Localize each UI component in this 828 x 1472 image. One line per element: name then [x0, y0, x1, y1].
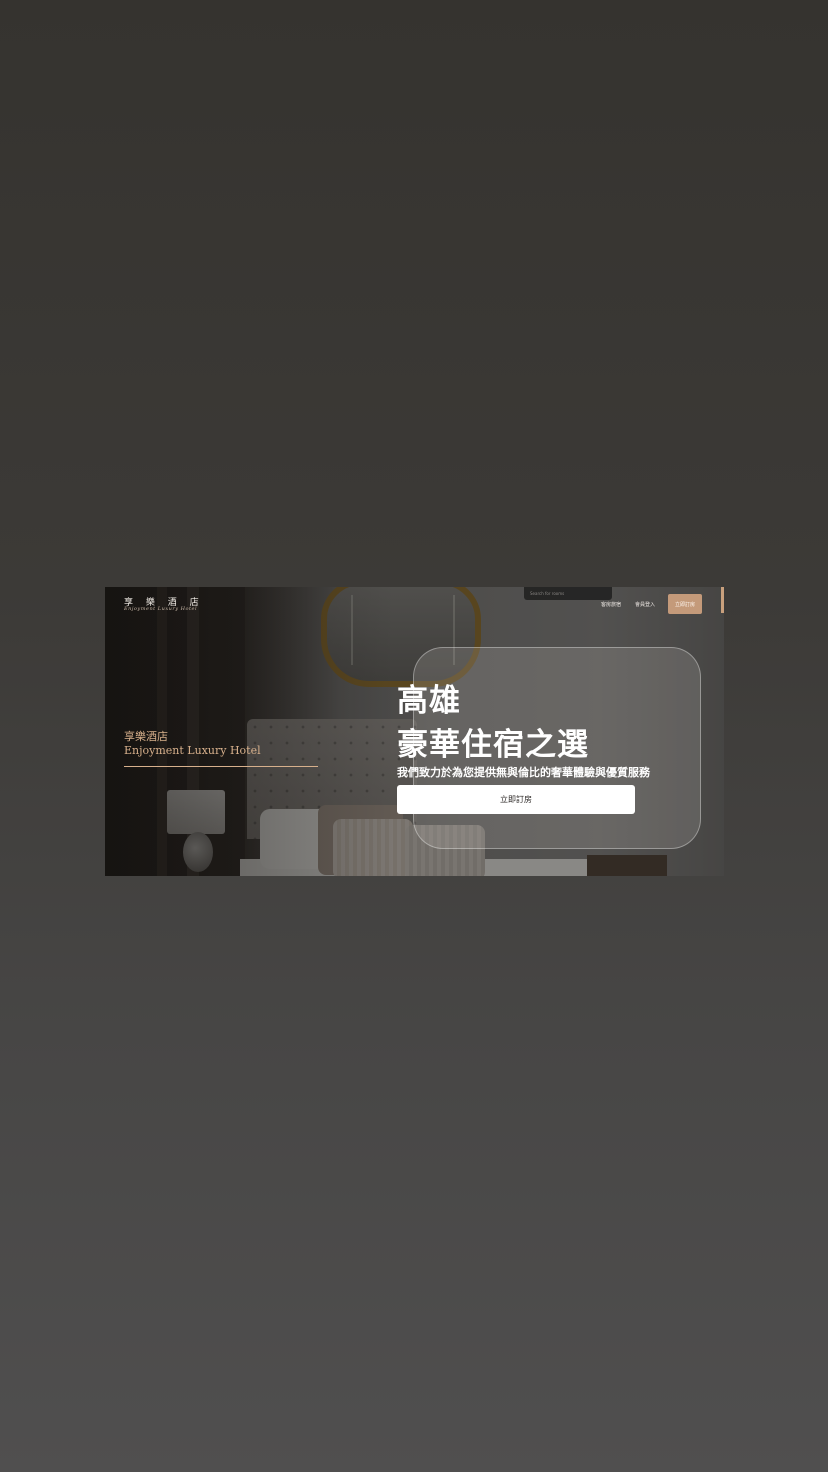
- brand-name-zh: 享樂酒店: [124, 730, 168, 743]
- hero-headline-line2: 豪華住宿之選: [397, 727, 589, 763]
- nav-link-rooms[interactable]: 客房旅宿: [601, 601, 621, 608]
- hotel-website-screenshot: 享 樂 酒 店 Enjoyment Luxury Hotel Search fo…: [105, 587, 724, 876]
- hero-tagline: 我們致力於為您提供無與倫比的奢華體驗與優質服務: [397, 766, 650, 779]
- brand-name-en: Enjoyment Luxury Hotel: [124, 744, 261, 757]
- hero-headline-line1: 高雄: [397, 683, 461, 719]
- hero-book-now-button[interactable]: 立即訂房: [397, 785, 635, 814]
- book-now-button[interactable]: 立即訂房: [668, 594, 702, 614]
- brand-divider: [124, 766, 318, 767]
- nav-link-login[interactable]: 會員登入: [635, 601, 655, 608]
- accent-edge: [721, 587, 724, 613]
- search-input[interactable]: Search for rooms: [524, 587, 612, 600]
- logo-subtitle: Enjoyment Luxury Hotel: [124, 606, 198, 612]
